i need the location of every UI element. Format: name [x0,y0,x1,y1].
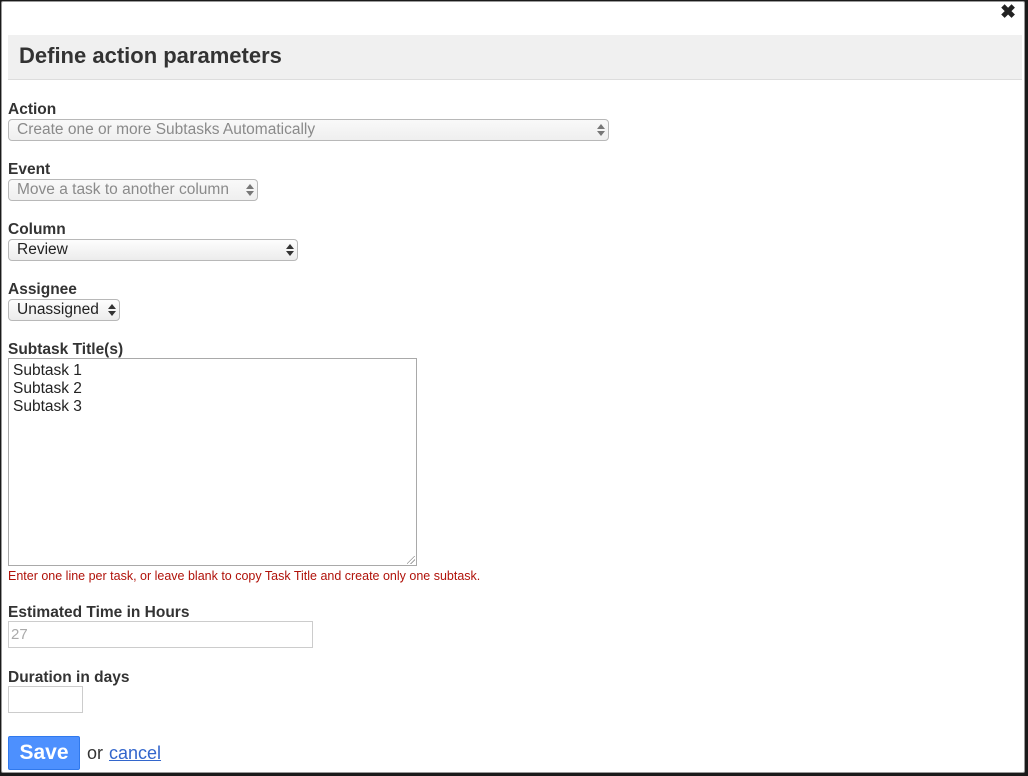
or-text: or [87,743,104,763]
assignee-label: Assignee [8,281,77,298]
estimated-time-label: Estimated Time in Hours [8,604,190,621]
subtask-titles-field: Subtask Title(s) [8,341,123,359]
resize-handle-icon[interactable] [407,556,415,564]
column-label: Column [8,221,66,238]
close-icon[interactable]: ✖ [1000,3,1016,23]
subtask-line: Subtask 3 [13,398,82,415]
event-label: Event [8,161,51,178]
subtask-line: Subtask 2 [13,380,82,397]
duration-input[interactable] [8,686,83,713]
select-arrows-icon [597,122,605,138]
select-arrows-icon [246,182,254,198]
estimated-time-placeholder: 27 [11,626,28,643]
duration-field: Duration in days [8,669,129,687]
assignee-select-value: Unassigned [17,301,99,318]
action-field: Action [8,101,56,119]
column-select[interactable]: Review [8,239,298,261]
assignee-field: Assignee [8,281,77,299]
action-select-value: Create one or more Subtasks Automaticall… [17,121,316,138]
assignee-select[interactable]: Unassigned [8,299,120,321]
estimated-time-field: Estimated Time in Hours [8,604,189,622]
cancel-link[interactable]: cancel [109,743,161,764]
subtask-titles-textarea[interactable]: Subtask 1 Subtask 2 Subtask 3 [8,358,417,566]
column-select-value: Review [17,241,68,258]
action-select[interactable]: Create one or more Subtasks Automaticall… [8,119,609,141]
save-button[interactable]: Save [8,736,80,770]
duration-label: Duration in days [8,669,130,686]
select-arrows-icon [286,242,294,258]
dialog-title: Define action parameters [19,43,282,68]
event-field: Event [8,161,50,179]
event-select[interactable]: Move a task to another column [8,179,258,201]
event-select-value: Move a task to another column [17,181,229,198]
action-label: Action [8,101,57,118]
column-field: Column [8,221,66,239]
action-parameters-dialog: ✖ Define action parameters Action Create… [1,1,1025,773]
dialog-header: Define action parameters [8,35,1022,80]
estimated-time-input[interactable]: 27 [8,621,313,648]
select-arrows-icon [108,302,116,318]
subtask-line: Subtask 1 [13,362,82,379]
subtask-help-text: Enter one line per task, or leave blank … [8,569,481,583]
subtask-titles-label: Subtask Title(s) [8,341,124,358]
